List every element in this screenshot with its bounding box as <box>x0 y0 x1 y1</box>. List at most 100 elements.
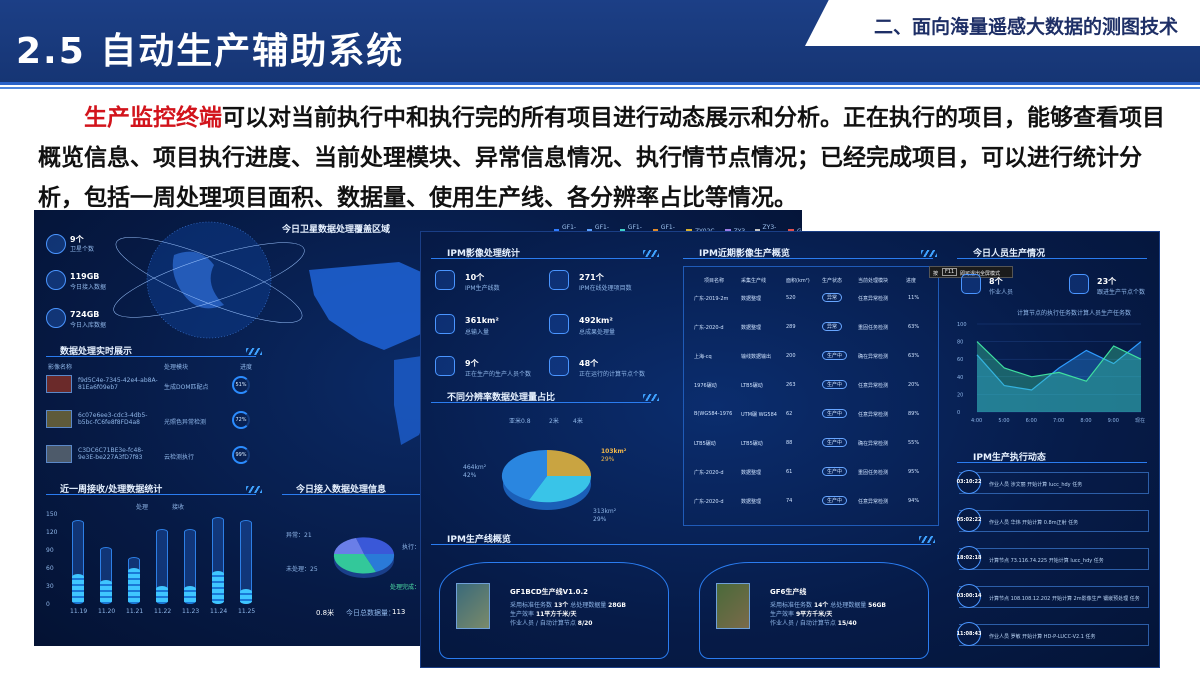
status-badge: 生产中 <box>822 380 848 389</box>
table-row[interactable]: 广东-2020-d 数据整理 61 生产中 重固任务检测 95% <box>686 462 920 482</box>
table-cell: 任意异常检测 <box>858 383 889 389</box>
node-icon <box>549 356 569 376</box>
stat-label: 作业人员 <box>989 289 1014 296</box>
panel-underline <box>957 462 1147 463</box>
table-cell: 重固任务检测 <box>858 325 889 331</box>
proc-fill <box>128 567 140 604</box>
status-badge: 生产中 <box>822 409 848 418</box>
status-badge: 异常 <box>822 293 843 302</box>
line-icon <box>435 270 455 290</box>
table-row[interactable]: 广东-2020-d 数据整理 74 生产中 任意异常检测 94% <box>686 491 919 511</box>
panel-underline <box>46 356 256 357</box>
panel-underline <box>957 258 1147 259</box>
image-thumbnail[interactable] <box>46 410 72 428</box>
table-row[interactable]: LTB5碾动 LTB5碾动 88 生产中 确在异常检测 55% <box>686 433 919 453</box>
y-tick: 0 <box>46 601 50 608</box>
line-detail: 生产效率 11平方千米/天 <box>510 611 577 618</box>
panel-stripes <box>643 250 659 257</box>
x-tick: 4:00 <box>971 418 982 424</box>
x-tick: 5:00 <box>998 418 1009 424</box>
table-cell: 输线数据输出 <box>741 354 772 360</box>
table-cell: 263 <box>786 382 796 388</box>
line-detail: 采用标准任务数 14个 总处理数据量 56GB <box>770 602 887 609</box>
week-chart: 150 120 90 60 30 0 11.19 11.20 11.21 11.22 11.23 11… <box>42 511 262 622</box>
table-cell: 89% <box>908 411 920 417</box>
stat-value: 48个 <box>579 359 599 368</box>
table-row[interactable]: 1976碾动 LTB5碾动 263 生产中 任意异常检测 20% <box>686 375 919 395</box>
pie-pct: 29% <box>601 456 615 463</box>
output-icon <box>549 314 569 334</box>
x-tick: 11.21 <box>126 608 144 615</box>
panel-stripes <box>921 250 937 257</box>
feed-item[interactable]: 03:00:14 计算节点 108.108.12.202 开始计算 2m影像生产 … <box>957 584 1149 608</box>
table-cell: 62 <box>786 411 793 417</box>
feed-text: 作业人员 罗敏 开始计算 HD-P-LUCC-V2.1 任务 <box>989 634 1096 640</box>
feed-item[interactable]: 03:10:22 作业人员 涉文丽 开始计算 lucc_hdy 任务 <box>957 470 1149 494</box>
table-row[interactable]: B(WG584-1976 UTM碾 WG584 62 生产中 任意异常检测 89% <box>686 404 920 424</box>
recv-cylinder <box>100 547 112 604</box>
recv-cylinder <box>156 529 168 604</box>
x-tick: 11.22 <box>154 608 172 615</box>
stat-label: 卫星个数 <box>70 246 95 253</box>
recv-cylinder <box>72 520 84 604</box>
image-thumbnail[interactable] <box>46 375 72 393</box>
person-icon <box>435 356 455 376</box>
production-line-card[interactable]: GF1BCD生产线V1.0.2 采用标准任务数 13个 总处理数据量 28GB … <box>439 562 669 659</box>
table-cell: 广东-2019-2m <box>694 296 729 302</box>
y-tick: 20 <box>957 392 963 398</box>
y-tick: 80 <box>957 340 963 346</box>
proc-fill <box>184 586 196 604</box>
section-title: 二、面向海量遥感大数据的测图技术 <box>873 16 1178 38</box>
table-cell: 95% <box>908 469 920 475</box>
table-cell: 200 <box>786 353 796 359</box>
legend-item: 4米 <box>573 418 583 425</box>
table-row[interactable]: 上海-cq 输线数据输出 200 生产中 确在异常检测 63% <box>686 346 919 366</box>
table-cell: LTB5碾动 <box>694 441 716 447</box>
map-title: 今日卫星数据处理覆盖区域 <box>282 225 391 235</box>
feed-time: 18:02:18 <box>957 546 981 570</box>
col-header: 进度 <box>906 278 917 284</box>
production-line-card[interactable]: GF6生产线 采用标准任务数 14个 总处理数据量 56GB 生产效率 9平方千… <box>699 562 929 659</box>
feed-item[interactable]: 18:02:18 计算节点 73.116.74.225 开始计算 lucc_hdy… <box>957 546 1149 570</box>
legend-item: 2米 <box>549 418 559 425</box>
panel-underline <box>46 494 256 495</box>
line-detail: 采用标准任务数 13个 总处理数据量 28GB <box>510 602 627 609</box>
y-tick: 60 <box>46 565 54 572</box>
feed-item[interactable]: 05:02:22 作业人员 华炜 开始计算 0.8m正射 任务 <box>957 508 1149 532</box>
pie-pct: 42% <box>463 472 477 479</box>
footer-value: 113 <box>392 608 406 616</box>
status-badge: 生产中 <box>822 438 848 447</box>
status-badge: 异常 <box>822 322 843 331</box>
satellite-icon <box>46 234 66 254</box>
stat-label: IPM在线处理项目数 <box>579 285 632 292</box>
pie-value: 313km² <box>593 508 617 515</box>
feed-time: 11:08:43 <box>957 622 981 646</box>
table-cell: LTB5碾动 <box>741 441 763 447</box>
image-name: f9d5C4e-7345-42e4-ab8A-81Ea6f09eb7 <box>78 377 158 391</box>
stat-value: 361km² <box>465 316 499 325</box>
image-thumbnail[interactable] <box>46 445 72 463</box>
line-name: GF6生产线 <box>770 588 807 596</box>
feed-time: 05:02:22 <box>957 508 981 532</box>
table-cell: 74 <box>786 498 793 504</box>
table-row[interactable]: 广东-2020-d 数据整理 289 异常 重固任务检测 63% <box>686 317 919 337</box>
col-header: 面积(km²) <box>786 278 810 284</box>
footer-label: 今日总数据量： <box>346 609 395 617</box>
panel-stripes <box>919 536 935 543</box>
footer-res: 0.8米 <box>316 609 335 617</box>
feed-item[interactable]: 11:08:43 作业人员 罗敏 开始计算 HD-P-LUCC-V2.1 任务 <box>957 622 1149 646</box>
table-cell: 任意异常检测 <box>858 296 889 302</box>
stat-label: 今日接入数据 <box>70 284 107 291</box>
database-icon <box>46 270 66 290</box>
intro-highlight: 生产监控终端 <box>84 105 222 131</box>
x-tick: 6:00 <box>1026 418 1037 424</box>
line-thumbnail <box>716 583 750 629</box>
table-row[interactable]: 广东-2019-2m 数据整理 520 异常 任意异常检测 11% <box>686 288 919 308</box>
stat-label: 跟进生产节点个数 <box>1097 289 1146 296</box>
stat-label: IPM生产线数 <box>465 285 500 292</box>
col-header: 进度 <box>240 364 253 371</box>
y-tick: 60 <box>957 357 963 363</box>
feed-text: 计算节点 108.108.12.202 开始计算 2m影像生产 镶嵌预处理 任务 <box>989 596 1140 602</box>
y-tick: 100 <box>957 322 967 328</box>
x-tick: 11.20 <box>98 608 116 615</box>
